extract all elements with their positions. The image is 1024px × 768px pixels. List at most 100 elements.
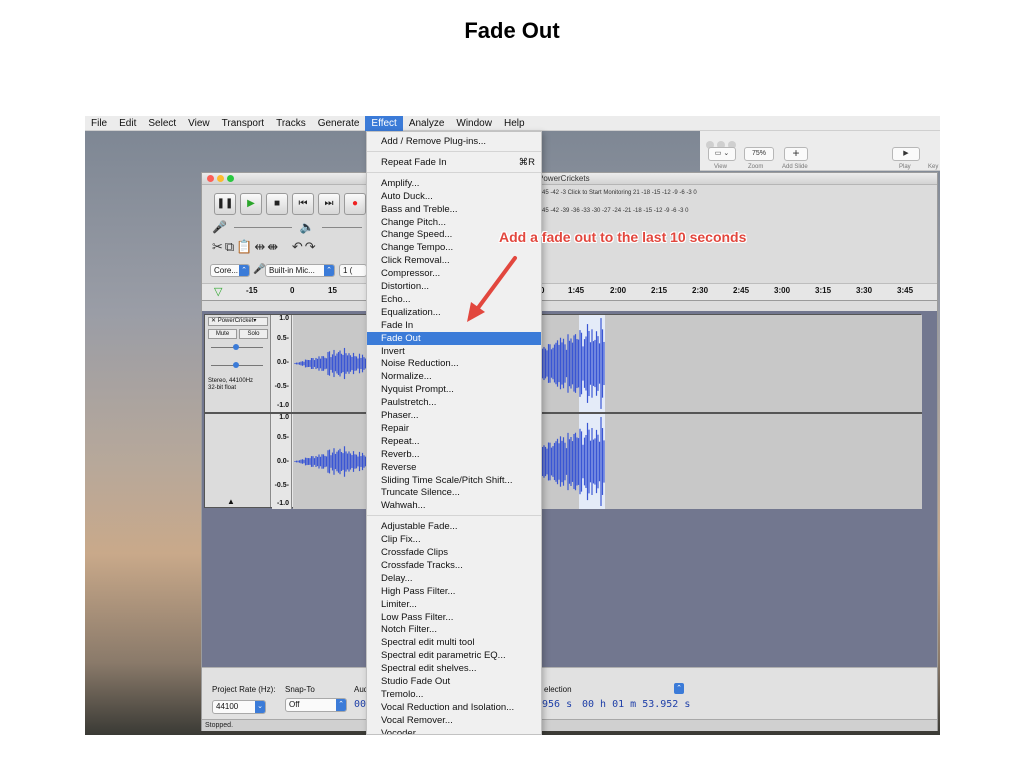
menu-item-repeat-fade-in[interactable]: Repeat Fade In ⌘R — [367, 156, 541, 169]
menu-item-invert[interactable]: Invert — [367, 345, 541, 358]
stop-button[interactable]: ■ — [266, 193, 288, 215]
menu-item-change-pitch[interactable]: Change Pitch... — [367, 216, 541, 229]
menu-item-label: Delay... — [381, 572, 413, 584]
menu-item-fade-out[interactable]: Fade Out — [367, 331, 541, 345]
menu-item-delay[interactable]: Delay... — [367, 572, 541, 585]
menu-item-phaser[interactable]: Phaser... — [367, 409, 541, 422]
input-channels-select[interactable]: 1 ( — [339, 264, 367, 277]
menu-item-vocal-reduction-and-isolation[interactable]: Vocal Reduction and Isolation... — [367, 701, 541, 714]
menu-item-nyquist-prompt[interactable]: Nyquist Prompt... — [367, 383, 541, 396]
menu-item-normalize[interactable]: Normalize... — [367, 370, 541, 383]
pause-button[interactable]: ❚❚ — [214, 193, 236, 215]
copy-icon[interactable]: ⧉ — [225, 239, 236, 254]
menu-item-amplify[interactable]: Amplify... — [367, 177, 541, 190]
menu-item-reverse[interactable]: Reverse — [367, 461, 541, 474]
ruler-tick: 2:30 — [692, 286, 709, 295]
cut-icon[interactable]: ✂ — [212, 239, 225, 254]
undo-icon[interactable]: ↶ — [292, 239, 305, 254]
menu-item-clip-fix[interactable]: Clip Fix... — [367, 533, 541, 546]
menu-effect[interactable]: Effect — [365, 116, 403, 131]
menu-item-repair[interactable]: Repair — [367, 422, 541, 435]
menu-item-low-pass-filter[interactable]: Low Pass Filter... — [367, 611, 541, 624]
add-slide-label: Add Slide — [782, 164, 808, 170]
play-head-icon[interactable]: ▽ — [214, 285, 222, 298]
skip-start-button[interactable]: ⏮ — [292, 193, 314, 215]
menu-item-vocal-remover[interactable]: Vocal Remover... — [367, 714, 541, 727]
selection-start-time[interactable]: 956 s — [542, 699, 572, 710]
speaker-icon: 🔈 — [299, 220, 315, 234]
menu-item-sliding-time-scale-pitch-shift[interactable]: Sliding Time Scale/Pitch Shift... — [367, 474, 541, 487]
menu-item-shortcut: ⌘R — [518, 156, 535, 168]
view-label: View — [714, 164, 727, 170]
menu-item-limiter[interactable]: Limiter... — [367, 598, 541, 611]
menu-item-spectral-edit-shelves[interactable]: Spectral edit shelves... — [367, 662, 541, 675]
menu-item-spectral-edit-parametric-eq[interactable]: Spectral edit parametric EQ... — [367, 649, 541, 662]
menu-edit[interactable]: Edit — [113, 116, 142, 131]
view-button[interactable]: ▭ ⌄ — [708, 147, 736, 161]
menu-item-label: Change Tempo... — [381, 242, 454, 254]
timeline-ruler[interactable]: ▽ -15 0 15 0 1:45 2:00 2:15 2:30 2:45 3:… — [202, 283, 937, 301]
zoom-select[interactable]: 75% — [744, 147, 774, 161]
menu-item-wahwah[interactable]: Wahwah... — [367, 499, 541, 512]
menu-select[interactable]: Select — [142, 116, 182, 131]
menu-item-reverb[interactable]: Reverb... — [367, 448, 541, 461]
menu-window[interactable]: Window — [450, 116, 498, 131]
close-icon[interactable] — [207, 175, 214, 182]
menu-transport[interactable]: Transport — [216, 116, 270, 131]
channel-left: 1.0 0.5- 0.0- -0.5- -1.0 — [205, 315, 922, 412]
menu-item-high-pass-filter[interactable]: High Pass Filter... — [367, 585, 541, 598]
minimize-icon[interactable] — [217, 175, 224, 182]
play-button[interactable]: ▶ — [240, 193, 262, 215]
add-slide-button[interactable]: + — [784, 147, 808, 161]
play-button[interactable]: ▶ — [892, 147, 920, 161]
paste-icon[interactable]: 📋 — [236, 239, 254, 254]
menu-item-crossfade-clips[interactable]: Crossfade Clips — [367, 546, 541, 559]
menu-item-auto-duck[interactable]: Auto Duck... — [367, 190, 541, 203]
menu-item-truncate-silence[interactable]: Truncate Silence... — [367, 486, 541, 499]
menu-file[interactable]: File — [85, 116, 113, 131]
redo-icon[interactable]: ↷ — [305, 239, 318, 254]
menu-item-spectral-edit-multi-tool[interactable]: Spectral edit multi tool — [367, 636, 541, 649]
menu-item-repeat[interactable]: Repeat... — [367, 435, 541, 448]
menu-help[interactable]: Help — [498, 116, 531, 131]
ruler-tick: -15 — [246, 286, 258, 295]
menu-item-label: Reverb... — [381, 448, 420, 460]
output-volume-slider[interactable] — [321, 227, 362, 229]
project-rate-select[interactable]: 44100 ⌄ — [212, 700, 266, 714]
audio-position-time[interactable]: 00 — [354, 699, 366, 710]
menu-view[interactable]: View — [182, 116, 216, 131]
input-device-select[interactable]: Built-in Mic... ⌃ — [265, 264, 335, 277]
trim-icon[interactable]: ⇹ — [254, 239, 267, 254]
play-label: Play — [899, 164, 911, 170]
ruler-tick: 2:00 — [610, 286, 627, 295]
menu-item-noise-reduction[interactable]: Noise Reduction... — [367, 357, 541, 370]
menu-item-label: Vocoder... — [381, 727, 424, 735]
menu-item-paulstretch[interactable]: Paulstretch... — [367, 396, 541, 409]
menu-item-tremolo[interactable]: Tremolo... — [367, 688, 541, 701]
record-meter[interactable]: -45 -42 -3 Click to Start Monitoring 21 … — [540, 190, 697, 196]
snap-to-select[interactable]: Off ⌃ — [285, 698, 347, 712]
input-volume-slider[interactable] — [234, 227, 293, 229]
record-button[interactable]: ● — [344, 193, 366, 215]
silence-icon[interactable]: ⇼ — [267, 239, 280, 254]
audio-track[interactable]: ✕ PowerCricket▾ Mute Solo Stereo, 44100H… — [204, 314, 922, 509]
menu-item-adjustable-fade[interactable]: Adjustable Fade... — [367, 520, 541, 533]
playback-meter[interactable]: -45 -42 -39 -36 -33 -30 -27 -24 -21 -18 … — [540, 208, 688, 214]
selection-end-time[interactable]: 00 h 01 m 53.952 s — [582, 699, 690, 710]
menu-analyze[interactable]: Analyze — [403, 116, 451, 131]
menu-generate[interactable]: Generate — [312, 116, 366, 131]
menu-tracks[interactable]: Tracks — [270, 116, 312, 131]
volume-sliders: 🎤 🔈 — [212, 220, 366, 234]
menu-item-notch-filter[interactable]: Notch Filter... — [367, 623, 541, 636]
menu-item-crossfade-tracks[interactable]: Crossfade Tracks... — [367, 559, 541, 572]
menu-item-add-remove-plug-ins[interactable]: Add / Remove Plug-ins... — [367, 135, 541, 148]
skip-end-button[interactable]: ⏭ — [318, 193, 340, 215]
maximize-icon[interactable] — [227, 175, 234, 182]
edit-tools: ✂⧉📋⇹⇼ ↶↷ — [212, 239, 318, 255]
chevron-down-icon[interactable]: ⌃ — [674, 683, 684, 694]
menu-item-bass-and-treble[interactable]: Bass and Treble... — [367, 203, 541, 216]
menu-item-studio-fade-out[interactable]: Studio Fade Out — [367, 675, 541, 688]
menu-item-vocoder[interactable]: Vocoder... — [367, 727, 541, 735]
audio-host-select[interactable]: Core... ⌃ — [210, 264, 250, 277]
window-controls — [207, 175, 237, 184]
